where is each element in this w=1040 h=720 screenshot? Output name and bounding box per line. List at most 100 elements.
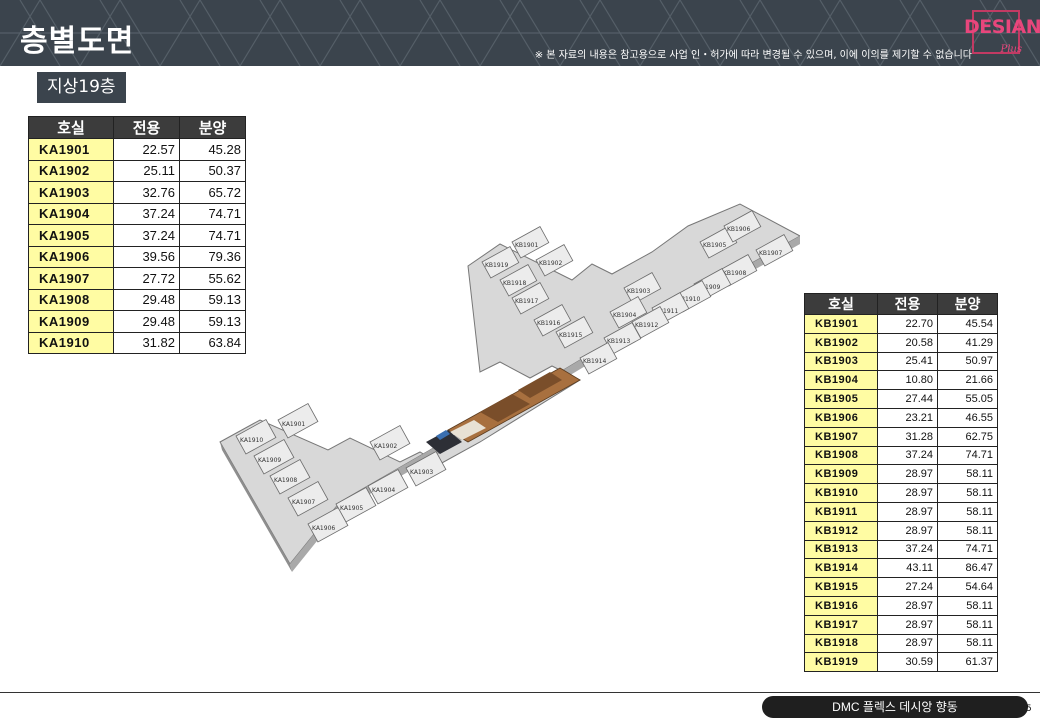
- unit-code-cell: KA1907: [28, 267, 114, 290]
- unit-code-cell: KB1919: [804, 652, 878, 673]
- sale-area-cell: 58.11: [937, 520, 998, 541]
- sale-area-cell: 50.97: [937, 351, 998, 372]
- sale-area-cell: 21.66: [937, 370, 998, 391]
- table-row: KB1910 28.97 58.11: [804, 483, 998, 503]
- exclusive-area-cell: 37.24: [877, 539, 938, 560]
- sale-area-cell: 58.11: [937, 595, 998, 616]
- unit-code-cell: KB1914: [804, 558, 878, 579]
- table-row: KB1905 27.44 55.05: [804, 389, 998, 409]
- plan-unit-label: KB1901: [515, 242, 539, 249]
- table-row: KA1902 25.11 50.37: [28, 159, 246, 182]
- exclusive-area-cell: 28.97: [877, 633, 938, 654]
- table-row: KB1909 28.97 58.11: [804, 464, 998, 485]
- table-row: KB1914 43.11 86.47: [804, 558, 998, 579]
- unit-code-cell: KB1913: [804, 539, 878, 560]
- exclusive-area-cell: 37.24: [113, 202, 180, 225]
- unit-code-cell: KB1915: [804, 577, 878, 597]
- sale-area-cell: 45.28: [179, 138, 246, 161]
- sale-area-cell: 50.37: [179, 159, 246, 182]
- sale-area-cell: 74.71: [937, 539, 998, 560]
- table-header-row: 호실 전용 분양: [804, 293, 998, 315]
- unit-code-cell: KB1917: [804, 614, 878, 635]
- exclusive-area-cell: 37.24: [113, 224, 180, 247]
- col-header-unit: 호실: [28, 116, 114, 139]
- unit-code-cell: KA1906: [28, 245, 114, 268]
- unit-code-cell: KB1904: [804, 370, 878, 391]
- unit-code-cell: KB1905: [804, 389, 878, 409]
- common-area: [426, 367, 581, 454]
- exclusive-area-cell: 37.24: [877, 445, 938, 466]
- col-header-exclusive: 전용: [113, 116, 180, 139]
- unit-code-cell: KA1905: [28, 224, 114, 247]
- sale-area-cell: 45.54: [937, 314, 998, 334]
- exclusive-area-cell: 27.44: [877, 389, 938, 409]
- plan-unit-label: KA1907: [292, 499, 315, 506]
- unit-code-cell: KB1901: [804, 314, 878, 334]
- page-number: 5: [1026, 704, 1032, 714]
- exclusive-area-cell: 28.97: [877, 520, 938, 541]
- plan-unit-label: KB1917: [515, 298, 539, 305]
- col-header-unit: 호실: [804, 293, 878, 315]
- unit-code-cell: KA1904: [28, 202, 114, 225]
- unit-table-b: 호실 전용 분양 KB1901 22.70 45.54 KB1902 20.58 41.2…: [804, 293, 998, 673]
- disclaimer-text: ※ 본 자료의 내용은 참고용으로 사업 인・허가에 따라 변경될 수 있으며,…: [534, 50, 972, 61]
- plan-unit-label: KA1901: [282, 421, 305, 428]
- unit-code-cell: KB1902: [804, 332, 878, 353]
- exclusive-area-cell: 29.48: [113, 288, 180, 311]
- exclusive-area-cell: 28.97: [877, 483, 938, 503]
- plan-unit-label: KA1909: [258, 457, 281, 464]
- unit-code-cell: KA1902: [28, 159, 114, 182]
- unit-code-cell: KA1901: [28, 138, 114, 161]
- plan-unit-label: KA1903: [410, 469, 433, 476]
- table-row: KB1903 25.41 50.97: [804, 351, 998, 372]
- plan-unit-label: KB1904: [613, 312, 637, 319]
- unit-code-cell: KB1909: [804, 464, 878, 485]
- project-name-badge: DMC 플렉스 데시앙 향동: [762, 696, 1028, 718]
- table-row: KB1913 37.24 74.71: [804, 539, 998, 560]
- floor-plan: KA1901 KA1902 KA1903 KA1904 KA1905 KA1906 KA19…: [219, 203, 800, 572]
- header-banner: 층별도면 ※ 본 자료의 내용은 참고용으로 사업 인・허가에 따라 변경될 수…: [0, 0, 1040, 66]
- plan-unit-label: KB1908: [723, 270, 747, 277]
- col-header-sale: 분양: [937, 293, 998, 315]
- table-row: KB1918 28.97 58.11: [804, 633, 998, 654]
- table-row: KB1917 28.97 58.11: [804, 614, 998, 635]
- exclusive-area-cell: 27.72: [113, 267, 180, 290]
- exclusive-area-cell: 32.76: [113, 181, 180, 204]
- exclusive-area-cell: 43.11: [877, 558, 938, 579]
- sale-area-cell: 62.75: [937, 426, 998, 447]
- exclusive-area-cell: 28.97: [877, 614, 938, 635]
- table-row: KB1916 28.97 58.11: [804, 595, 998, 616]
- sale-area-cell: 58.11: [937, 483, 998, 503]
- sale-area-cell: 58.11: [937, 633, 998, 654]
- table-header-row: 호실 전용 분양: [28, 116, 246, 139]
- exclusive-area-cell: 22.70: [877, 314, 938, 334]
- unit-code-cell: KA1903: [28, 181, 114, 204]
- table-row: KB1912 28.97 58.11: [804, 520, 998, 541]
- logo-word: DESIAN: [964, 16, 1040, 38]
- table-row: KB1901 22.70 45.54: [804, 314, 998, 334]
- plan-unit-label: KB1902: [539, 260, 563, 267]
- unit-code-cell: KA1910: [28, 331, 114, 354]
- exclusive-area-cell: 31.28: [877, 426, 938, 447]
- plan-unit-label: KB1914: [583, 358, 607, 365]
- exclusive-area-cell: 20.58: [877, 332, 938, 353]
- plan-unit-label: KB1918: [503, 280, 527, 287]
- plan-unit-label: KB1907: [759, 250, 783, 257]
- table-row: KA1901 22.57 45.28: [28, 138, 246, 161]
- exclusive-area-cell: 28.97: [877, 501, 938, 522]
- floor-label: 지상19층: [37, 72, 126, 103]
- exclusive-area-cell: 28.97: [877, 464, 938, 485]
- page-title: 층별도면: [20, 24, 135, 59]
- table-row: KB1904 10.80 21.66: [804, 370, 998, 391]
- table-row: KB1906 23.21 46.55: [804, 407, 998, 428]
- exclusive-area-cell: 27.24: [877, 577, 938, 597]
- brand-logo: DESIAN Plus: [964, 6, 1040, 60]
- sale-area-cell: 74.71: [937, 445, 998, 466]
- plan-unit-label: KB1916: [537, 320, 561, 327]
- plan-unit-label: KB1903: [627, 288, 651, 295]
- exclusive-area-cell: 28.97: [877, 595, 938, 616]
- unit-code-cell: KB1907: [804, 426, 878, 447]
- exclusive-area-cell: 25.11: [113, 159, 180, 182]
- sale-area-cell: 54.64: [937, 577, 998, 597]
- plan-unit-label: KA1904: [372, 487, 395, 494]
